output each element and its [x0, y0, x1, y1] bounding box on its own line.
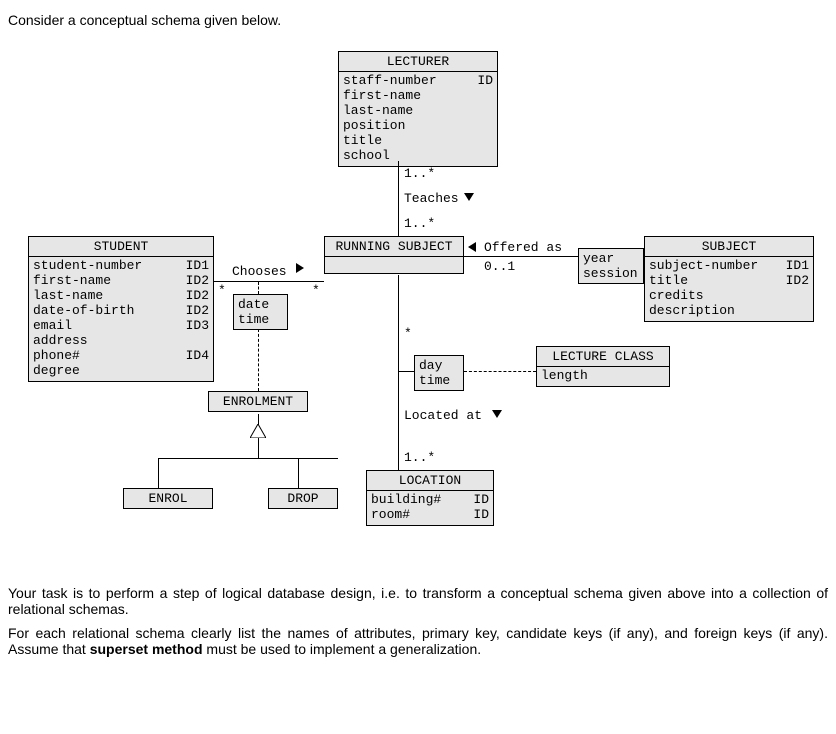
- assoc-attr: date: [238, 297, 283, 312]
- attr: school: [343, 149, 390, 164]
- assoc-attr: time: [238, 312, 283, 327]
- attr: building#: [371, 493, 441, 508]
- attr: staff-number: [343, 74, 437, 89]
- attr: first-name: [343, 89, 421, 104]
- conn-chooses-enrolment: [258, 329, 259, 391]
- entity-location: LOCATION building# ID room# ID: [366, 470, 494, 526]
- entity-running-subject: RUNNING SUBJECT: [324, 236, 464, 274]
- arrow-teaches: [464, 193, 474, 201]
- attr-tag: ID2: [186, 289, 209, 304]
- conn-daytime-left: [398, 371, 414, 372]
- enrolment-title: ENROLMENT: [209, 392, 307, 411]
- assoc-attr: day: [419, 358, 459, 373]
- label-located-at: Located at: [404, 408, 482, 423]
- student-title: STUDENT: [29, 237, 213, 257]
- intro-text: Consider a conceptual schema given below…: [8, 12, 828, 28]
- entity-enrolment: ENROLMENT: [208, 391, 308, 412]
- attr-tag: ID4: [186, 349, 209, 364]
- assoc-chooses: date time: [233, 294, 288, 330]
- conn-daytime-lecture: [464, 371, 536, 372]
- conn-offered-as: [464, 256, 578, 257]
- attr: last-name: [33, 289, 103, 304]
- attr: length: [541, 369, 588, 384]
- label-chooses: Chooses: [232, 264, 287, 279]
- attr: subject-number: [649, 259, 758, 274]
- mult-teaches-top: 1..*: [404, 166, 435, 181]
- location-title: LOCATION: [367, 471, 493, 491]
- assoc-attr: time: [419, 373, 459, 388]
- mult-chooses-right: *: [312, 283, 320, 298]
- qualifier-attr: year: [583, 251, 639, 266]
- conn-gen-stem: [258, 438, 259, 458]
- conn-daytime-down: [398, 355, 399, 405]
- entity-subject: SUBJECT subject-number ID1 title ID2 credi…: [644, 236, 814, 322]
- attr: room#: [371, 508, 410, 523]
- attr: description: [649, 304, 735, 319]
- attr: title: [343, 134, 382, 149]
- attr: credits: [649, 289, 704, 304]
- entity-drop: DROP: [268, 488, 338, 509]
- outro-2-bold: superset method: [90, 641, 203, 657]
- attr: title: [649, 274, 688, 289]
- attr: first-name: [33, 274, 111, 289]
- enrol-title: ENROL: [124, 489, 212, 508]
- attr-tag: ID3: [186, 319, 209, 334]
- attr-tag: ID: [477, 74, 493, 89]
- mult-teaches-bottom: 1..*: [404, 216, 435, 231]
- er-diagram: LECTURER staff-number ID first-name last-…: [8, 36, 828, 581]
- arrow-chooses: [296, 263, 304, 273]
- outro-2-tail: must be used to implement a generalizati…: [203, 641, 482, 657]
- attr-tag: ID1: [786, 259, 809, 274]
- attr: last-name: [343, 104, 413, 119]
- qualifier-year-session: year session: [578, 248, 644, 284]
- attr-tag: ID2: [786, 274, 809, 289]
- attr: email: [33, 319, 72, 334]
- mult-located: 1..*: [404, 450, 435, 465]
- running-subject-title: RUNNING SUBJECT: [325, 237, 463, 257]
- qualifier-attr: session: [583, 266, 639, 281]
- conn-teaches: [398, 161, 399, 236]
- drop-title: DROP: [269, 489, 337, 508]
- lecture-class-title: LECTURE CLASS: [537, 347, 669, 367]
- attr: date-of-birth: [33, 304, 134, 319]
- mult-running-star: *: [404, 326, 412, 341]
- attr: degree: [33, 364, 80, 379]
- attr: phone#: [33, 349, 80, 364]
- gen-triangle-icon: [250, 424, 266, 438]
- subject-title: SUBJECT: [645, 237, 813, 257]
- attr-tag: ID: [473, 508, 489, 523]
- mult-offered-as: 0..1: [484, 259, 515, 274]
- outro-1: Your task is to perform a step of logica…: [8, 585, 828, 617]
- conn-gen-bar: [158, 458, 338, 459]
- lecturer-title: LECTURER: [339, 52, 497, 72]
- attr: position: [343, 119, 405, 134]
- assoc-daytime: day time: [414, 355, 464, 391]
- attr-tag: ID2: [186, 304, 209, 319]
- attr: address: [33, 334, 88, 349]
- label-teaches: Teaches: [404, 191, 459, 206]
- conn-gen-left: [158, 458, 159, 488]
- mult-chooses-left: *: [218, 283, 226, 298]
- arrow-offered-as: [468, 242, 476, 252]
- entity-lecturer: LECTURER staff-number ID first-name last-…: [338, 51, 498, 167]
- entity-enrol: ENROL: [123, 488, 213, 509]
- attr-tag: ID: [473, 493, 489, 508]
- attr: student-number: [33, 259, 142, 274]
- conn-located: [398, 405, 399, 470]
- conn-running-down: [398, 275, 399, 355]
- attr-tag: ID2: [186, 274, 209, 289]
- conn-gen-right: [298, 458, 299, 488]
- arrow-located: [492, 410, 502, 418]
- outro-2: For each relational schema clearly list …: [8, 625, 828, 657]
- label-offered-as: Offered as: [484, 240, 562, 255]
- entity-lecture-class: LECTURE CLASS length: [536, 346, 670, 387]
- entity-student: STUDENT student-numberID1 first-nameID2 …: [28, 236, 214, 382]
- conn-chooses: [214, 281, 324, 282]
- attr-tag: ID1: [186, 259, 209, 274]
- conn-chooses-assoc: [258, 282, 259, 294]
